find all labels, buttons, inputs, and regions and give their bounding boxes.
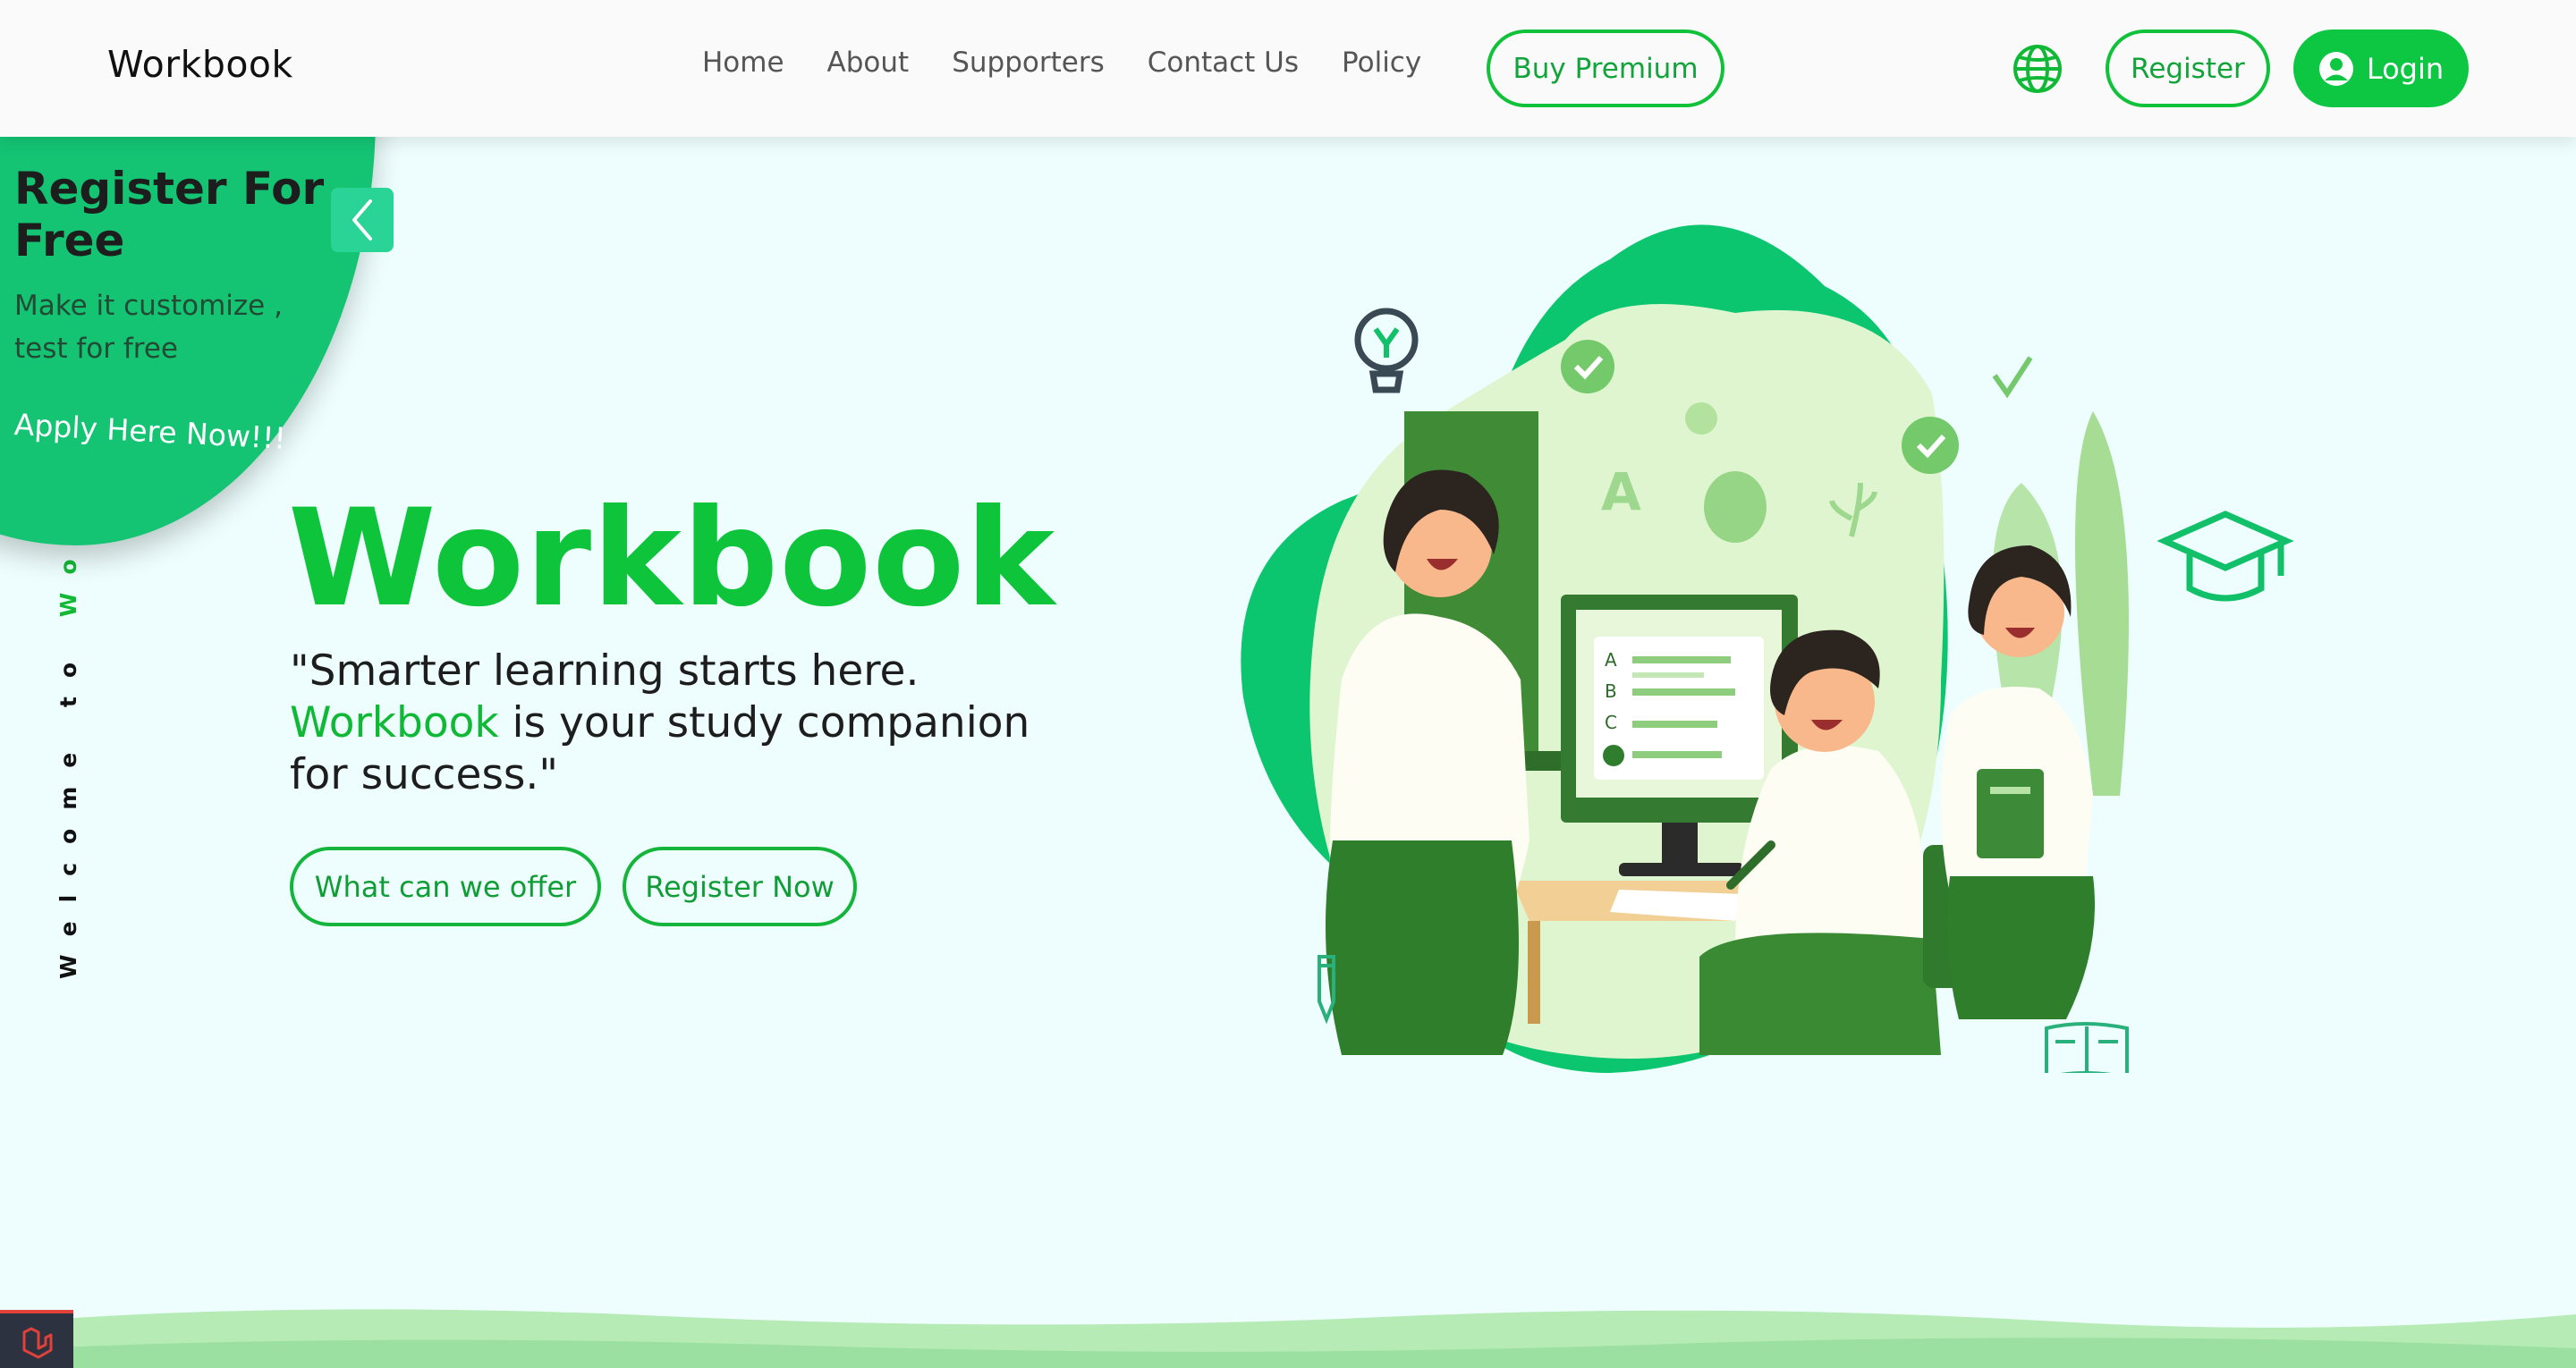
login-button[interactable]: Login	[2293, 30, 2469, 107]
hero-title: Workbook	[288, 481, 1056, 637]
graduation-cap-icon	[2157, 511, 2294, 602]
promo-subtitle: Make it customize , test for free	[14, 290, 283, 365]
open-book-icon	[2045, 1022, 2129, 1073]
vertical-welcome-text: Welcome to Wor	[55, 511, 81, 979]
promo-collapse-button[interactable]	[331, 188, 394, 252]
hero-quote-highlight: Workbook	[290, 698, 499, 747]
chevron-left-icon	[352, 199, 372, 241]
nav-link-policy[interactable]: Policy	[1342, 46, 1421, 79]
login-label: Login	[2366, 51, 2445, 86]
letter-a: A	[1601, 461, 1641, 522]
buy-premium-button[interactable]: Buy Premium	[1487, 30, 1724, 107]
check-circle-icon	[1902, 417, 1959, 474]
laravel-debug-badge[interactable]	[0, 1310, 73, 1368]
hero-illustration: A A B C	[1241, 224, 2294, 1073]
hero-quote-line1: "Smarter learning starts here.	[290, 646, 919, 696]
vertical-welcome-prefix: Welcome to	[55, 617, 81, 979]
register-button[interactable]: Register	[2106, 30, 2270, 107]
navbar: Workbook Home About Supporters Contact U…	[0, 0, 2576, 137]
register-now-button[interactable]: Register Now	[623, 847, 857, 926]
brand-logo[interactable]: Workbook	[107, 43, 293, 86]
what-we-offer-button[interactable]: What can we offer	[290, 847, 601, 926]
nav-link-supporters[interactable]: Supporters	[952, 46, 1105, 79]
svg-text:B: B	[1605, 680, 1617, 702]
page: Workbook Home About Supporters Contact U…	[0, 0, 2576, 1368]
hero-quote: "Smarter learning starts here. Workbook …	[290, 646, 1077, 801]
svg-text:C: C	[1605, 712, 1617, 733]
nav-link-about[interactable]: About	[827, 46, 910, 79]
laravel-logo-icon	[22, 1327, 53, 1358]
check-circle-icon	[1561, 340, 1614, 393]
nav-link-contact[interactable]: Contact Us	[1148, 46, 1299, 79]
nav-link-home[interactable]: Home	[702, 46, 784, 79]
user-circle-icon	[2318, 51, 2353, 86]
nav-links: Home About Supporters Contact Us Policy	[702, 46, 1464, 79]
checkmark-icon	[1992, 356, 2033, 399]
globe-icon[interactable]	[2012, 43, 2063, 95]
svg-text:A: A	[1605, 649, 1617, 671]
promo-title: Register For Free	[14, 163, 325, 266]
bottom-wave	[0, 1309, 2576, 1368]
